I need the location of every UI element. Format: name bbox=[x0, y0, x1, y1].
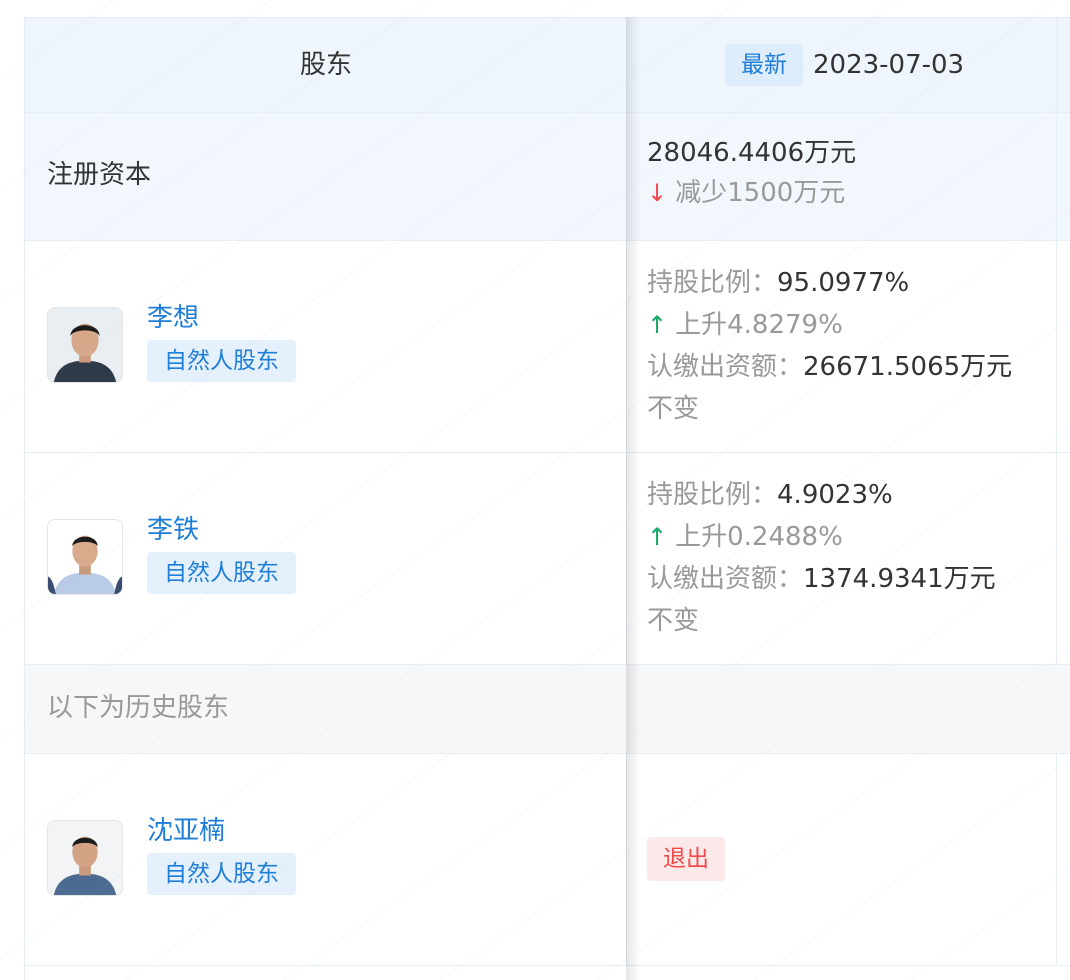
subscribed-value: 26671.5065万元 bbox=[803, 352, 1013, 382]
shareholder-cell: 沈亚楠 自然人股东 bbox=[25, 754, 627, 965]
registered-capital-value-cell: 28046.4406万元 ↓ 减少1500万元 bbox=[627, 113, 1057, 240]
ratio-label: 持股比例： bbox=[647, 480, 778, 510]
table-row: 沈亚楠 自然人股东 退出 bbox=[25, 754, 1070, 966]
registered-capital-label: 注册资本 bbox=[47, 160, 152, 190]
table-row: 李想 自然人股东 持股比例：95.0977% ↑ 上升4.8279% 认缴出资额：… bbox=[25, 241, 1070, 453]
change-date: 2023-07-03 bbox=[813, 50, 965, 80]
subscribed-value: 1374.9341万元 bbox=[803, 564, 996, 594]
arrow-down-icon: ↓ bbox=[647, 179, 668, 207]
ratio-label: 持股比例： bbox=[647, 268, 778, 298]
header-cell-date: 最新 2023-07-03 bbox=[627, 18, 1057, 112]
shareholder-detail-cell: 持股比例：95.0977% ↑ 上升4.8279% 认缴出资额：26671.506… bbox=[627, 241, 1057, 452]
subscribed-change-text: 不变 bbox=[647, 606, 700, 636]
shareholder-detail-cell: 持股比例：4.9023% ↑ 上升0.2488% 认缴出资额：1374.9341万… bbox=[627, 453, 1057, 664]
ratio-change-line: ↑ 上升0.2488% bbox=[647, 516, 843, 558]
subscribed-label: 认缴出资额： bbox=[647, 352, 804, 382]
registered-capital-change-text: 减少1500万元 bbox=[675, 178, 846, 208]
subscribed-line: 认缴出资额：26671.5065万元 bbox=[647, 346, 1012, 388]
avatar[interactable] bbox=[47, 519, 123, 595]
ratio-value: 95.0977% bbox=[777, 268, 910, 298]
ratio-change-text: 上升4.8279% bbox=[675, 310, 843, 340]
registered-capital-label-cell: 注册资本 bbox=[25, 113, 627, 240]
shareholder-type-tag: 自然人股东 bbox=[147, 340, 296, 382]
person-avatar-icon bbox=[48, 821, 122, 895]
ratio-line: 持股比例：95.0977% bbox=[647, 262, 909, 304]
column-title-shareholder: 股东 bbox=[299, 50, 352, 80]
history-shareholders-label: 以下为历史股东 bbox=[47, 693, 230, 723]
shareholder-type-tag: 自然人股东 bbox=[147, 853, 296, 895]
shareholder-name-link[interactable]: 李铁 bbox=[147, 512, 199, 548]
table-row: 李铁 自然人股东 持股比例：4.9023% ↑ 上升0.2488% 认缴出资额：1… bbox=[25, 453, 1070, 665]
shareholder-cell: 李铁 自然人股东 bbox=[25, 453, 627, 664]
table-header-row: 股东 最新 2023-07-03 bbox=[25, 18, 1070, 113]
subscribed-line: 认缴出资额：1374.9341万元 bbox=[647, 558, 996, 600]
subscribed-change-text: 不变 bbox=[647, 394, 700, 424]
arrow-up-icon: ↑ bbox=[647, 311, 668, 339]
registered-capital-change: ↓ 减少1500万元 bbox=[647, 175, 845, 211]
person-avatar-icon bbox=[48, 308, 122, 382]
avatar[interactable] bbox=[47, 820, 123, 896]
shareholder-name-link[interactable]: 李想 bbox=[147, 300, 199, 336]
subscribed-label: 认缴出资额： bbox=[647, 564, 804, 594]
person-avatar-icon bbox=[48, 520, 122, 594]
ratio-change-line: ↑ 上升4.8279% bbox=[647, 304, 843, 346]
latest-badge: 最新 bbox=[725, 44, 803, 86]
overflow-cell bbox=[1057, 754, 1070, 965]
shareholder-type-tag: 自然人股东 bbox=[147, 552, 296, 594]
overflow-cell bbox=[1057, 241, 1070, 452]
shareholder-cell: 李想 自然人股东 bbox=[25, 241, 627, 452]
history-separator-row: 以下为历史股东 bbox=[25, 665, 1070, 754]
ratio-line: 持股比例：4.9023% bbox=[647, 474, 893, 516]
registered-capital-value: 28046.4406万元 bbox=[647, 138, 857, 168]
header-cell-overflow bbox=[1057, 18, 1070, 112]
overflow-cell bbox=[1057, 113, 1070, 240]
arrow-up-icon: ↑ bbox=[647, 523, 668, 551]
shareholder-name-link[interactable]: 沈亚楠 bbox=[147, 813, 225, 849]
ratio-value: 4.9023% bbox=[777, 480, 893, 510]
header-cell-shareholder: 股东 bbox=[25, 18, 627, 112]
avatar[interactable] bbox=[47, 307, 123, 383]
overflow-cell bbox=[1057, 453, 1070, 664]
shareholder-change-table: 股东 最新 2023-07-03 注册资本 28046.4406万元 ↓ 减少15… bbox=[24, 17, 1070, 980]
exit-status-badge: 退出 bbox=[647, 837, 725, 881]
registered-capital-row: 注册资本 28046.4406万元 ↓ 减少1500万元 bbox=[25, 113, 1070, 241]
shareholder-detail-cell: 退出 bbox=[627, 754, 1057, 965]
ratio-change-text: 上升0.2488% bbox=[675, 522, 843, 552]
